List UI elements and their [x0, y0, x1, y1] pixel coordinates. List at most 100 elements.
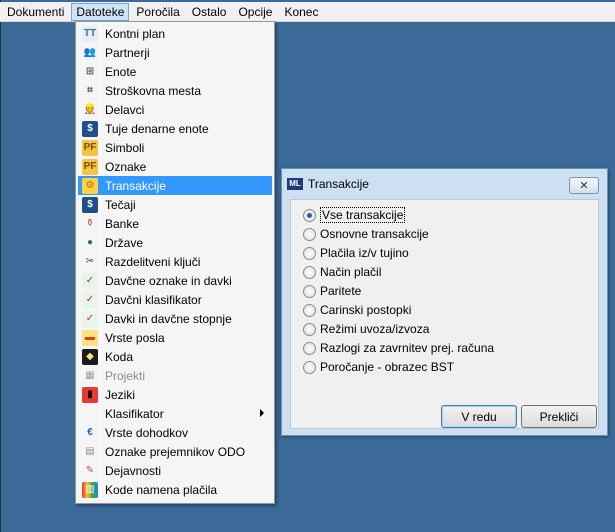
- code-icon: ◆: [82, 348, 98, 365]
- radio-option[interactable]: Carinski postopki: [303, 301, 411, 319]
- menu-opcije[interactable]: Opcije: [233, 3, 277, 21]
- workers-icon: 👷: [83, 103, 97, 115]
- radio-label: Vse transakcije: [320, 207, 406, 223]
- menu-item-label: Vrste posla: [105, 330, 165, 345]
- radio-button[interactable]: [303, 322, 316, 336]
- submenu-arrow-icon: [260, 409, 264, 417]
- classifier-icon: [82, 406, 98, 422]
- menu-item-distribution-keys[interactable]: ✂ Razdelitveni ključi: [78, 252, 272, 271]
- menu-item-label: Tuje denarne enote: [105, 121, 209, 136]
- menu-item-payment-purpose[interactable]: ▥ Kode namena plačila: [78, 480, 272, 499]
- menu-item-exchange-rates[interactable]: $ Tečaji: [78, 195, 272, 214]
- menu-item-labels[interactable]: PF Oznake: [78, 157, 272, 176]
- menu-item-tax-rates[interactable]: ✓ Davki in davčne stopnje: [78, 309, 272, 328]
- radio-button[interactable]: [303, 227, 316, 241]
- radio-option[interactable]: Način plačil: [303, 263, 381, 281]
- menu-item-label: Enote: [105, 64, 137, 79]
- business-types-icon: ▬: [82, 329, 98, 346]
- app-logo-icon: ML: [287, 178, 303, 190]
- radio-label: Način plačil: [320, 265, 382, 279]
- menu-item-label: Stroškovna mesta: [105, 83, 202, 98]
- menu-item-activities[interactable]: ✎ Dejavnosti: [78, 461, 272, 480]
- ok-button[interactable]: V redu: [441, 405, 517, 428]
- transactions-icon: ⚙: [82, 177, 98, 194]
- radio-button[interactable]: [303, 284, 316, 298]
- menu-datoteke[interactable]: Datoteke: [71, 2, 130, 21]
- menu-item-label: Vrste dohodkov: [105, 425, 188, 440]
- foreign-currency-icon: $: [82, 120, 98, 137]
- languages-icon: ▮: [82, 386, 98, 403]
- menu-item-foreign-currency[interactable]: $ Tuje denarne enote: [78, 119, 272, 138]
- radio-option[interactable]: Osnovne transakcije: [303, 225, 429, 243]
- transakcije-dialog: ML Transakcije ✕ V redu Prekliči Vse tra…: [281, 168, 608, 436]
- menu-konec[interactable]: Konec: [279, 3, 323, 21]
- menu-item-income-types[interactable]: € Vrste dohodkov: [78, 423, 272, 442]
- menu-item-symbols[interactable]: PF Simboli: [78, 138, 272, 157]
- radio-button[interactable]: [303, 265, 316, 279]
- menu-item-label: Oznake: [105, 159, 147, 174]
- recipient-labels-icon: ▤: [85, 445, 95, 457]
- menu-item-label: Davčne oznake in davki: [105, 273, 232, 288]
- menu-item-countries[interactable]: ● Države: [78, 233, 272, 252]
- radio-option[interactable]: Režimi uvoza/izvoza: [303, 320, 429, 338]
- radio-button[interactable]: [303, 208, 316, 222]
- menu-item-partners[interactable]: 👥 Partnerji: [78, 43, 272, 62]
- radio-button[interactable]: [303, 341, 316, 355]
- menu-item-recipient-labels[interactable]: ▤ Oznake prejemnikov ODO: [78, 442, 272, 461]
- projects-icon: ▦: [85, 369, 95, 381]
- menu-item-label: Projekti: [105, 368, 146, 383]
- menu-item-classifier[interactable]: Klasifikator: [78, 404, 272, 423]
- radio-option[interactable]: Vse transakcije: [303, 206, 406, 224]
- menu-item-tax-classifier[interactable]: ✓ Davčni klasifikator: [78, 290, 272, 309]
- menu-item-workers[interactable]: 👷 Delavci: [78, 100, 272, 119]
- menu-item-label: Države: [105, 235, 144, 250]
- menu-item-label: Kontni plan: [105, 26, 166, 41]
- radio-option[interactable]: Poročanje - obrazec BST: [303, 358, 454, 376]
- menu-ostalo[interactable]: Ostalo: [187, 3, 232, 21]
- payment-purpose-icon: ▥: [82, 481, 98, 498]
- activities-icon: ✎: [85, 464, 95, 476]
- radio-button[interactable]: [303, 246, 316, 260]
- dialog-titlebar[interactable]: ML Transakcije ✕: [282, 169, 607, 199]
- radio-label: Razlogi za zavrnitev prej. računa: [320, 341, 495, 355]
- dialog-title: Transakcije: [308, 177, 369, 191]
- dialog-body: V redu Prekliči Vse transakcije Osnovne t…: [290, 199, 599, 429]
- distribution-keys-icon: ✂: [85, 255, 95, 267]
- menu-dokumenti[interactable]: Dokumenti: [2, 3, 69, 21]
- menu-item-banks[interactable]: ⚱ Banke: [78, 214, 272, 233]
- menu-item-label: Partnerji: [105, 45, 150, 60]
- menu-item-kontni-plan[interactable]: TT Kontni plan: [78, 24, 272, 43]
- menu-item-label: Jeziki: [105, 387, 136, 402]
- tax-labels-icon: ✓: [82, 272, 98, 289]
- countries-icon: ●: [86, 236, 94, 248]
- menu-item-transactions[interactable]: ⚙ Transakcije: [78, 176, 272, 195]
- cost-centers-icon: ⌗: [87, 84, 93, 96]
- menu-item-business-types[interactable]: ▬ Vrste posla: [78, 328, 272, 347]
- radio-label: Paritete: [320, 284, 362, 298]
- menu-item-tax-labels[interactable]: ✓ Davčne oznake in davki: [78, 271, 272, 290]
- radio-button[interactable]: [303, 360, 316, 374]
- kontni-plan-icon: TT: [82, 25, 98, 42]
- menu-item-label: Razdelitveni ključi: [105, 254, 201, 269]
- menu-item-cost-centers[interactable]: ⌗ Stroškovna mesta: [78, 81, 272, 100]
- menu-bar: Dokumenti Datoteke Poročila Ostalo Opcij…: [0, 2, 615, 22]
- partners-icon: 👥: [83, 46, 97, 58]
- radio-button[interactable]: [303, 303, 316, 317]
- labels-icon: PF: [82, 158, 98, 175]
- radio-label: Plačila iz/v tujino: [320, 246, 409, 260]
- tax-rates-icon: ✓: [82, 310, 98, 327]
- radio-option[interactable]: Plačila iz/v tujino: [303, 244, 409, 262]
- exchange-rates-icon: $: [82, 196, 98, 213]
- units-icon: ⊞: [85, 65, 95, 77]
- datoteke-dropdown-menu: TT Kontni plan 👥 Partnerji ⊞ Enote ⌗ Stroškovna…: [75, 21, 275, 504]
- close-button[interactable]: ✕: [569, 177, 599, 194]
- menu-porocila[interactable]: Poročila: [131, 3, 184, 21]
- menu-item-label: Davki in davčne stopnje: [105, 311, 232, 326]
- radio-option[interactable]: Razlogi za zavrnitev prej. računa: [303, 339, 494, 357]
- cancel-button[interactable]: Prekliči: [521, 405, 597, 428]
- radio-option[interactable]: Paritete: [303, 282, 361, 300]
- menu-item-languages[interactable]: ▮ Jeziki: [78, 385, 272, 404]
- menu-item-units[interactable]: ⊞ Enote: [78, 62, 272, 81]
- radio-label: Režimi uvoza/izvoza: [320, 322, 430, 336]
- menu-item-code[interactable]: ◆ Koda: [78, 347, 272, 366]
